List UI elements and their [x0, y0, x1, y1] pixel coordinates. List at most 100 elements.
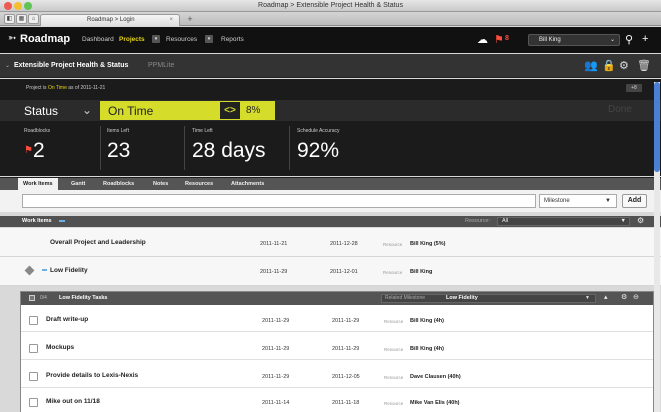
task-start: 2011-11-14 [262, 400, 290, 406]
resource-label: Resource [384, 401, 404, 406]
search-icon[interactable]: ⚲ [625, 33, 633, 46]
work-items-header: Work Items Resource: All ▼ ⚙ [0, 216, 661, 227]
user-select[interactable]: Bill King ⌄ [528, 34, 620, 46]
minimize-window-button[interactable] [14, 2, 22, 10]
work-item-name[interactable]: Low Fidelity [50, 267, 88, 274]
collapse-dash-icon[interactable] [59, 220, 65, 222]
task-name[interactable]: Mike out on 11/18 [46, 398, 100, 405]
metric-schedule-accuracy: Schedule Accuracy 92% [297, 128, 340, 162]
milestone-select[interactable]: Milestone ▼ [539, 194, 617, 208]
status-value-bar[interactable]: On Time <> 8% [100, 101, 275, 120]
work-item-name[interactable]: Overall Project and Leadership [50, 239, 146, 246]
close-icon[interactable]: ⊖ [633, 293, 639, 301]
task-checkbox[interactable] [29, 344, 38, 353]
app-navbar: ➳ Roadmap Dashboard Projects ▾ Resources… [0, 27, 661, 53]
task-resource: Bill King (4h) [410, 318, 444, 324]
metric-divider [100, 126, 101, 170]
work-item-row[interactable]: Low Fidelity 2011-11-29 2011-12-01 Resou… [0, 257, 661, 286]
milestone-diamond-icon [24, 265, 35, 276]
browser-tabbar: ◧ ▦ ⌂ Roadmap > Login × + [0, 12, 661, 26]
team-icon[interactable]: 👥 [584, 59, 598, 72]
trash-icon[interactable]: 🗑 [637, 59, 651, 72]
cloud-icon[interactable]: ☁ [477, 33, 488, 46]
add-icon[interactable]: + [642, 33, 648, 45]
nav-dashboard[interactable]: Dashboard [82, 36, 114, 43]
task-name[interactable]: Mockups [46, 344, 74, 351]
task-row[interactable]: Provide details to Lexis-Nexis 2011-11-2… [21, 364, 653, 388]
new-tab-icon[interactable]: + [184, 15, 196, 25]
status-value: On Time [108, 104, 154, 118]
task-name[interactable]: Provide details to Lexis-Nexis [46, 372, 138, 379]
task-end: 2011-11-29 [332, 318, 360, 324]
status-row: Status ⌄ On Time <> 8% Done [0, 100, 661, 121]
browser-tab[interactable]: Roadmap > Login × [40, 14, 180, 26]
task-count: 0/4 [40, 295, 47, 301]
back-icon[interactable]: ◧ [4, 14, 15, 24]
resource-filter-label: Resource: [465, 218, 491, 224]
nav-resources[interactable]: Resources [166, 36, 197, 43]
project-subtabs: Work Items Gantt Roadblocks Notes Resour… [0, 177, 661, 191]
status-chevron-icon[interactable]: ⌄ [82, 103, 92, 117]
resource-filter-select[interactable]: All ▼ [497, 217, 630, 226]
resource-label: Resource [383, 242, 403, 247]
resources-dropdown-icon[interactable]: ▾ [205, 35, 213, 43]
task-panel-header: 0/4 Low Fidelity Tasks ▼ Related Milesto… [21, 292, 653, 305]
expand-badge[interactable]: +8 [626, 84, 642, 92]
task-name[interactable]: Draft write-up [46, 316, 88, 323]
task-panel-title: Low Fidelity Tasks [59, 295, 108, 301]
work-items-title: Work Items [22, 218, 52, 224]
metric-label: Schedule Accuracy [297, 128, 340, 134]
sidebar-icon[interactable]: ▦ [16, 14, 27, 24]
add-button[interactable]: Add [622, 194, 647, 208]
user-name: Bill King [539, 37, 561, 43]
select-all-checkbox[interactable] [29, 295, 35, 301]
metric-roadblocks[interactable]: Roadblocks ⚑2 [24, 128, 50, 162]
zoom-window-button[interactable] [24, 2, 32, 10]
progress-percent: 8% [246, 105, 261, 116]
flag-count: 8 [505, 35, 509, 42]
page-scrollbar-thumb[interactable] [654, 82, 660, 172]
task-row[interactable]: Mike out on 11/18 2011-11-14 2011-11-18 … [21, 390, 653, 412]
lock-icon[interactable]: 🔒 [602, 59, 616, 72]
work-item-row[interactable]: Overall Project and Leadership 2011-11-2… [0, 228, 661, 257]
nav-reports[interactable]: Reports [221, 36, 244, 43]
window-titlebar: Roadmap > Extensible Project Health & St… [0, 0, 661, 12]
collapse-dash-icon[interactable] [42, 269, 47, 271]
brand-logo[interactable]: Roadmap [20, 33, 70, 45]
collapse-chevron-icon[interactable]: ⌄ [5, 62, 10, 69]
task-row[interactable]: Mockups 2011-11-29 2011-11-29 Resource B… [21, 336, 653, 360]
metric-value: 2 [32, 139, 45, 162]
metric-value: 28 days [192, 139, 266, 162]
status-note-prefix: Project is [26, 85, 47, 91]
nav-projects[interactable]: Projects [119, 36, 145, 43]
status-note: Project is On Time as of 2011-11-21 [26, 85, 105, 91]
gear-icon[interactable]: ⚙ [619, 59, 629, 72]
task-checkbox[interactable] [29, 398, 38, 407]
related-milestone-value: Low Fidelity [446, 295, 478, 301]
new-item-input[interactable] [22, 194, 536, 208]
done-label: Done [608, 104, 632, 115]
task-start: 2011-11-29 [262, 346, 290, 352]
metric-value: 23 [107, 139, 131, 162]
projects-dropdown-icon[interactable]: ▾ [152, 35, 160, 43]
task-end: 2011-12-05 [332, 374, 360, 380]
task-end: 2011-11-29 [332, 346, 360, 352]
chevron-down-icon: ▼ [585, 295, 590, 301]
task-resource: Dave Clausen (40h) [410, 374, 461, 380]
close-tab-icon[interactable]: × [169, 15, 173, 26]
window-title: Roadmap > Extensible Project Health & St… [258, 2, 403, 9]
task-resource: Bill King (4h) [410, 346, 444, 352]
gear-icon[interactable]: ⚙ [637, 216, 644, 225]
browser-tab-title: Roadmap > Login [87, 17, 135, 23]
close-window-button[interactable] [4, 2, 12, 10]
task-checkbox[interactable] [29, 316, 38, 325]
metric-items-left: Items Left 23 [107, 128, 130, 162]
roadblock-flag-icon[interactable]: ⚑ [494, 33, 504, 46]
task-checkbox[interactable] [29, 372, 38, 381]
home-icon[interactable]: ⌂ [28, 14, 39, 24]
add-item-row: Milestone ▼ Add [0, 190, 661, 212]
chevron-up-icon[interactable]: ▴ [604, 293, 608, 301]
settings-icon[interactable]: ⚙ [621, 293, 627, 301]
task-row[interactable]: Draft write-up 2011-11-29 2011-11-29 Res… [21, 308, 653, 332]
progress-handle-icon[interactable]: <> [220, 102, 240, 119]
